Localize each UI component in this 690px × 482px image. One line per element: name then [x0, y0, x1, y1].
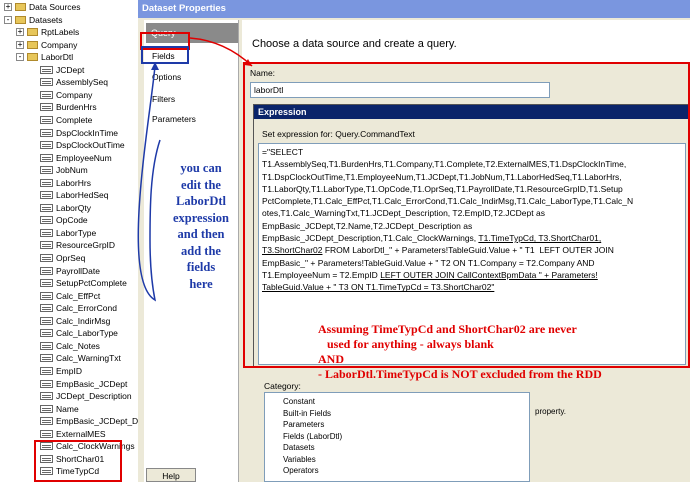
- blue-note: you can edit the LaborDtl expression and…: [172, 161, 230, 291]
- red-arrow: [189, 37, 253, 67]
- red-note: Assuming TimeTypCd and ShortChar02 are n…: [318, 322, 602, 381]
- blue-arrowhead: [151, 62, 159, 70]
- annotation-arrows: [137, 37, 253, 302]
